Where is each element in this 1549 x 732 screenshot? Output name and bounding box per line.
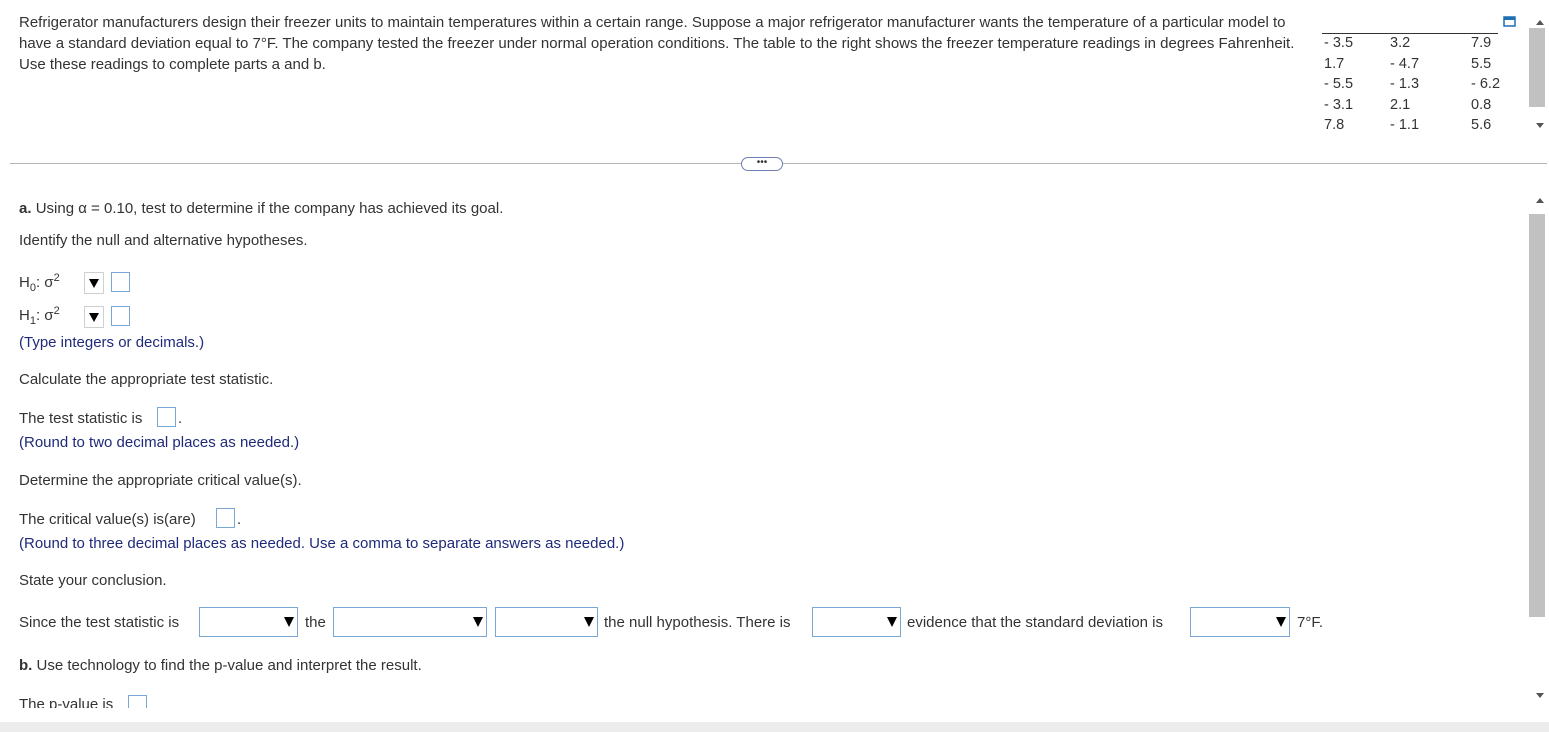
expand-button[interactable]: ••• <box>741 157 783 171</box>
test-stat-label: The test statistic is <box>19 410 143 427</box>
table-row: - 5.5 - 1.3 - 6.2 <box>1322 74 1511 95</box>
table-cell: 0.8 <box>1471 96 1492 113</box>
popout-icon[interactable] <box>1502 14 1518 30</box>
table-row: - 3.1 2.1 0.8 <box>1322 95 1511 116</box>
conclusion-null-hypothesis: the null hypothesis. There is <box>604 614 791 631</box>
main-scroll-down-arrow[interactable] <box>1536 693 1544 698</box>
crit-value-input[interactable] <box>216 508 235 528</box>
h1-value-input[interactable] <box>111 306 130 326</box>
part-a-question: Using α = 0.10, test to determine if the… <box>35 200 504 217</box>
top-scrollbar-thumb[interactable] <box>1529 28 1545 107</box>
table-cell: - 3.5 <box>1324 35 1354 51</box>
period: . <box>178 410 183 427</box>
conclusion-dropdown-relation[interactable] <box>1190 607 1290 637</box>
table-cell: - 1.3 <box>1390 76 1420 92</box>
table-row: - 3.5 3.2 7.9 <box>1322 33 1511 54</box>
pvalue-label: The p-value is <box>19 696 114 708</box>
identify-hypotheses-text: Identify the null and alternative hypoth… <box>19 232 308 249</box>
main-scroll-up-arrow[interactable] <box>1536 198 1544 203</box>
temperature-data-table: - 3.5 3.2 7.9 1.7 - 4.7 5.5 - 5.5 - 1.3 - 6.2 - 3… <box>1322 33 1511 136</box>
conclusion-evidence: evidence that the standard deviation is <box>907 614 1164 631</box>
table-cell: 2.1 <box>1390 96 1411 113</box>
table-cell: 5.5 <box>1471 55 1492 72</box>
table-cell: 5.6 <box>1471 117 1492 133</box>
calc-stat-text: Calculate the appropriate test statistic… <box>19 371 274 388</box>
h1-label: H1: σ2 <box>19 305 60 327</box>
conclusion-the: the <box>305 614 326 631</box>
table-cell: 7.9 <box>1471 35 1492 51</box>
h0-value-input[interactable] <box>111 272 130 292</box>
part-a-prompt: a. Using α = 0.10, test to determine if … <box>19 200 503 217</box>
conclusion-dropdown-compare[interactable] <box>199 607 298 637</box>
h0-relation-dropdown[interactable] <box>84 272 104 294</box>
top-scroll-down-arrow[interactable] <box>1536 123 1544 128</box>
table-cell: - 4.7 <box>1390 55 1420 72</box>
main-scrollbar-thumb[interactable] <box>1529 214 1545 617</box>
table-cell: - 6.2 <box>1471 76 1501 92</box>
problem-statement: Refrigerator manufacturers design their … <box>19 14 1295 73</box>
table-cell: - 5.5 <box>1324 76 1354 92</box>
part-b-prompt: b. Use technology to find the p-value an… <box>19 657 422 674</box>
pvalue-input[interactable] <box>128 695 147 708</box>
period: . <box>237 511 242 528</box>
conclusion-dropdown-decision[interactable] <box>495 607 598 637</box>
conclusion-dropdown-value[interactable] <box>333 607 487 637</box>
bottom-bar <box>0 722 1549 732</box>
state-conclusion-text: State your conclusion. <box>19 572 167 589</box>
test-stat-input[interactable] <box>157 407 176 427</box>
conclusion-dropdown-evidence[interactable] <box>812 607 901 637</box>
part-b-question: Use technology to find the p-value and i… <box>36 657 422 674</box>
crit-hint: (Round to three decimal places as needed… <box>19 535 625 552</box>
conclusion-since: Since the test statistic is <box>19 614 180 631</box>
table-cell: 7.8 <box>1324 117 1345 133</box>
crit-label: The critical value(s) is(are) <box>19 511 196 528</box>
table-cell: - 3.1 <box>1324 96 1354 113</box>
table-row: 7.8 - 1.1 5.6 <box>1322 115 1511 136</box>
part-a-label: a. <box>19 200 32 217</box>
top-scroll-up-arrow[interactable] <box>1536 20 1544 25</box>
pvalue-row-clip: The p-value is <box>0 690 1520 708</box>
determine-crit-text: Determine the appropriate critical value… <box>19 472 302 489</box>
table-cell: - 1.1 <box>1390 117 1420 133</box>
h0-label: H0: σ2 <box>19 272 60 294</box>
h1-relation-dropdown[interactable] <box>84 306 104 328</box>
table-row: 1.7 - 4.7 5.5 <box>1322 54 1511 75</box>
table-cell: 3.2 <box>1390 35 1411 51</box>
test-stat-hint: (Round to two decimal places as needed.) <box>19 434 300 451</box>
part-b-label: b. <box>19 657 33 674</box>
type-hint: (Type integers or decimals.) <box>19 334 205 351</box>
table-cell: 1.7 <box>1324 55 1345 72</box>
conclusion-value: 7°F. <box>1297 614 1324 631</box>
